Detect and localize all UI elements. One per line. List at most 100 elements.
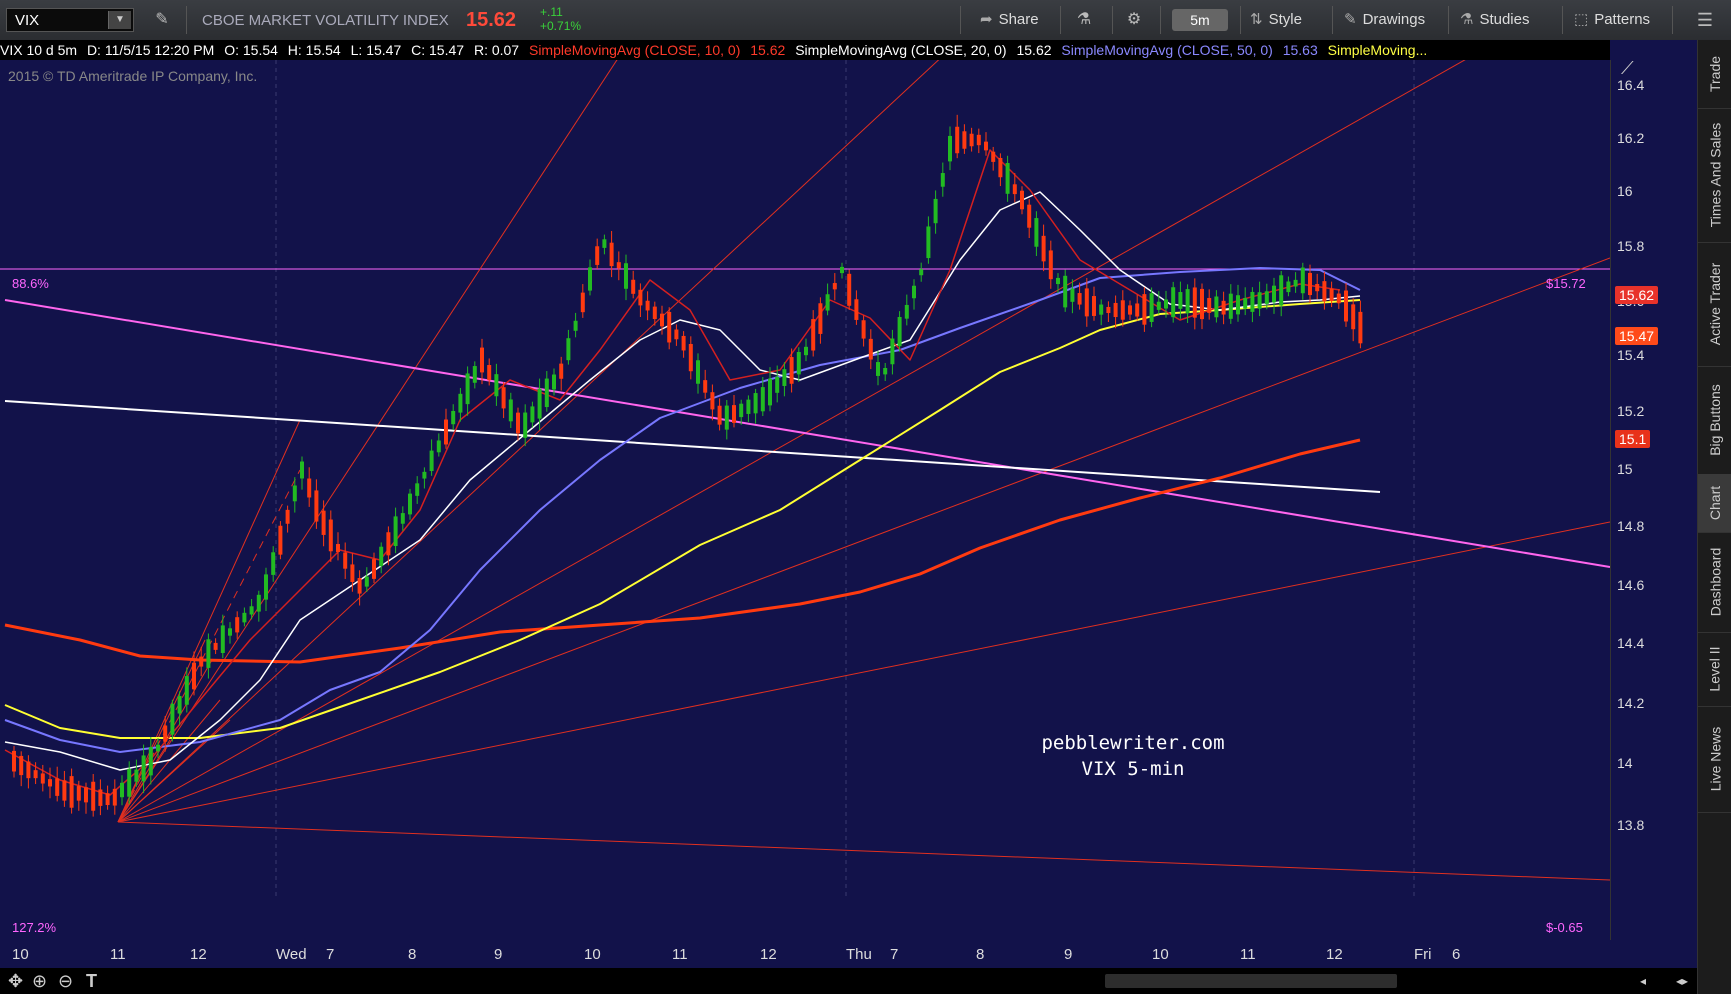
candle-body <box>494 374 499 397</box>
chart-settings-icon[interactable]: ⟋ <box>1621 58 1634 79</box>
candle-body <box>501 387 506 409</box>
candle-body <box>465 373 470 405</box>
candle-body <box>1221 300 1226 315</box>
share-label: Share <box>998 11 1039 28</box>
candle-body <box>1106 306 1111 314</box>
time-tick: 9 <box>494 946 503 963</box>
watermark-line2: VIX 5-min <box>1081 758 1185 780</box>
change-abs: +.11 <box>540 5 563 19</box>
time-tick: Fri <box>1414 946 1432 963</box>
share-button[interactable]: ➦ Share <box>980 10 1039 28</box>
sidebar-tab-live-news[interactable]: Live News <box>1698 706 1731 813</box>
candle-body <box>1192 287 1197 318</box>
drawings-label: Drawings <box>1362 11 1426 28</box>
menu-icon[interactable]: ☰ <box>1697 10 1713 31</box>
candle-body <box>940 173 945 187</box>
candle-body <box>429 450 434 471</box>
candle-body <box>76 786 81 801</box>
style-button[interactable]: ⇅ Style <box>1250 10 1302 28</box>
scroll-left-icon[interactable]: ◂ <box>1640 974 1646 988</box>
studies-button[interactable]: ⚗ Studies <box>1460 10 1530 28</box>
candle-body <box>732 405 736 423</box>
price-axis[interactable]: ⟋ 16.416.21615.815.615.415.21514.814.614… <box>1610 58 1698 940</box>
studies-label: Studies <box>1479 11 1530 28</box>
flask-icon: ⚗ <box>1460 11 1474 28</box>
candle-body <box>796 352 801 375</box>
time-tick: 6 <box>1452 946 1461 963</box>
candle-body <box>321 510 326 535</box>
time-tick: 7 <box>326 946 335 963</box>
sidebar-tab-dashboard[interactable]: Dashboard <box>1698 532 1731 633</box>
candle-body <box>336 544 340 552</box>
gear-icon[interactable]: ⚙ <box>1122 8 1146 32</box>
flask-icon[interactable]: ⚗ <box>1072 8 1096 32</box>
link-icon[interactable]: ✎ <box>150 8 174 32</box>
candle-body <box>249 606 254 615</box>
time-tick: 11 <box>110 946 126 963</box>
chevron-down-icon[interactable]: ▼ <box>108 11 131 29</box>
candle-body <box>350 564 355 582</box>
time-scrollbar[interactable] <box>1105 974 1397 988</box>
candle-body <box>746 399 751 414</box>
candle-body <box>1293 279 1298 287</box>
chart-area[interactable]: VIX 10 d 5m D: 11/5/15 12:20 PM O: 15.54… <box>0 40 1698 994</box>
candle-body <box>876 362 880 376</box>
candle-body <box>847 273 852 306</box>
candle-body <box>84 787 88 803</box>
sma50-label: SimpleMovingAvg (CLOSE, 50, 0) <box>1061 42 1273 58</box>
sidebar-tab-trade[interactable]: Trade <box>1698 40 1731 109</box>
divider <box>1060 6 1061 34</box>
price-tick: 14 <box>1617 755 1633 771</box>
sidebar-tab-level-ii[interactable]: Level II <box>1698 632 1731 707</box>
price-tick: 16 <box>1617 183 1633 199</box>
price-badge: 15.1 <box>1615 430 1651 448</box>
candle-body <box>825 294 830 311</box>
candle-body <box>372 559 376 579</box>
zoom-out-icon[interactable]: ⊖ <box>58 971 73 992</box>
zoom-box-icon[interactable]: ⊕ <box>32 971 47 992</box>
symbol-text[interactable]: VIX <box>15 12 39 29</box>
candle-body <box>1300 267 1305 294</box>
pencil-icon: ✎ <box>1344 11 1357 28</box>
candle-body <box>1056 277 1060 285</box>
fan-line <box>117 821 1610 881</box>
candle-body <box>314 490 319 522</box>
time-axis[interactable]: 10 11 12 Wed 7 8 9 10 11 12 Thu 7 8 9 10 11 12 Fri 6 <box>0 940 1610 968</box>
candle-body <box>242 612 247 623</box>
drawings-button[interactable]: ✎ Drawings <box>1344 10 1425 28</box>
candle-body <box>163 725 168 742</box>
pan-icon[interactable]: ✥ <box>8 971 23 992</box>
candle-body <box>386 532 391 556</box>
candle-body <box>458 393 463 413</box>
sidebar-tab-big-buttons[interactable]: Big Buttons <box>1698 366 1731 475</box>
candle-body <box>609 242 614 267</box>
candle-body <box>1020 190 1024 210</box>
symbol-selector[interactable]: VIX ▼ <box>6 8 134 32</box>
patterns-button[interactable]: ⬚ Patterns <box>1574 10 1650 28</box>
fib-bottom-right-label: $-0.65 <box>1546 920 1583 935</box>
candle-body <box>976 134 981 146</box>
candle-body <box>631 279 636 294</box>
candle-body <box>33 770 38 779</box>
candle-body <box>933 198 938 224</box>
divider <box>1562 6 1563 34</box>
sidebar-tab-active-trader[interactable]: Active Trader <box>1698 242 1731 367</box>
candle-body <box>688 343 693 372</box>
candle-body <box>1286 281 1291 293</box>
candle-body <box>1243 297 1248 309</box>
sidebar-tab-label: Active Trader <box>1707 262 1724 346</box>
candle-body <box>1063 275 1068 308</box>
candle-body <box>357 578 362 594</box>
scroll-zoom-icon[interactable]: ◂▸ <box>1676 974 1688 988</box>
sidebar-tab-chart[interactable]: Chart <box>1698 474 1731 533</box>
sidebar-tab-times-and-sales[interactable]: Times And Sales <box>1698 108 1731 243</box>
candle-body <box>991 151 996 162</box>
candle-body <box>566 338 571 361</box>
candle-body <box>998 157 1003 178</box>
candle-body <box>890 338 895 365</box>
aggregation-button[interactable]: 5m <box>1172 9 1228 31</box>
candle-body <box>1120 300 1125 320</box>
text-tool-icon[interactable]: T <box>86 971 97 992</box>
fan-line <box>117 60 1466 823</box>
candle-body <box>804 346 808 356</box>
